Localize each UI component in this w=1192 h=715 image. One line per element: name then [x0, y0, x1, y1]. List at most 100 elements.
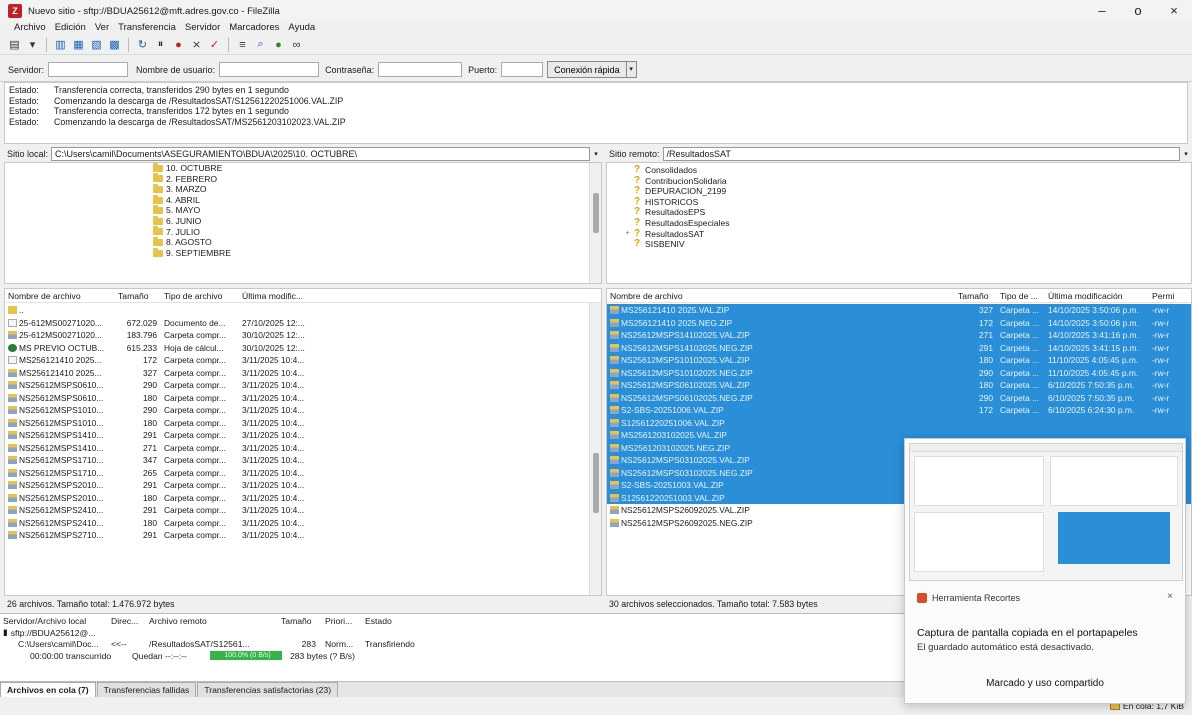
message-log[interactable]: Estado: Transferencia correcta, transferi… [4, 82, 1188, 144]
disconnect-icon[interactable]: ⨯ [190, 38, 203, 52]
queue-file-row[interactable]: C:\Users\camil\Doc... <<-- /ResultadosSA… [0, 639, 905, 651]
transfer-queue[interactable]: Servidor/Archivo local Direc... Archivo … [0, 613, 905, 683]
local-tree-scrollbar[interactable] [589, 163, 601, 283]
local-file-row[interactable]: NS25612MSPS2710... 291 Carpeta compr... 3/1… [5, 529, 601, 542]
host-input[interactable] [48, 62, 129, 77]
toggle-local-tree-icon[interactable]: ▦ [72, 38, 85, 52]
local-file-row[interactable]: .. [5, 304, 601, 317]
process-queue-icon[interactable]: ⏸ [154, 38, 167, 52]
remote-path-dropdown-icon[interactable]: ▾ [1180, 150, 1192, 158]
local-path-input[interactable]: C:\Users\camil\Documents\ASEGURAMIENTO\B… [51, 147, 590, 161]
remote-tree-folder[interactable]: ? DEPURACION_2199 [623, 186, 1191, 197]
remote-tree-folder[interactable]: ? HISTORICOS [623, 196, 1191, 208]
local-tree-folder[interactable]: 9. SEPTIEMBRE [153, 247, 601, 259]
local-file-row[interactable]: NS25612MSPS1410... 271 Carpeta compr... 3/1… [5, 442, 601, 455]
remote-file-row[interactable]: NS25612MSPS06102025.VAL.ZIP 180 Carpeta ..… [607, 379, 1191, 392]
local-file-row[interactable]: NS25612MSPS2410... 180 Carpeta compr... 3/1… [5, 517, 601, 530]
remote-tree-folder[interactable]: ? SISBENIV [623, 239, 1191, 250]
col-remote-size[interactable]: Tamaño [955, 291, 997, 301]
menu-archivo[interactable]: Archivo [14, 22, 46, 33]
local-tree-folder[interactable]: 4. ABRIL [153, 194, 601, 206]
site-manager-icon[interactable]: ▤ [8, 38, 21, 52]
local-file-row[interactable]: NS25612MSPS1710... 347 Carpeta compr... 3/1… [5, 454, 601, 467]
toggle-log-icon[interactable]: ▥ [54, 38, 67, 52]
toggle-remote-tree-icon[interactable]: ▧ [90, 38, 103, 52]
local-file-row[interactable]: NS25612MSPS2010... 291 Carpeta compr... 3/1… [5, 479, 601, 492]
username-input[interactable] [219, 62, 320, 77]
queue-server-row[interactable]: ▮ sftp://BDUA25612@... [0, 627, 905, 639]
local-file-row[interactable]: MS256121410 2025... 172 Carpeta compr... 3/… [5, 354, 601, 367]
expand-toggle-icon[interactable]: + [623, 229, 632, 240]
close-button[interactable]: × [1156, 0, 1192, 22]
remote-file-row[interactable]: NS25612MSPS14102025.NEG.ZIP 291 Carpeta ..… [607, 341, 1191, 354]
col-modified[interactable]: Última modific... [239, 291, 329, 301]
snipping-tool-notification[interactable]: Herramienta Recortes × Captura de pantal… [904, 438, 1186, 704]
remote-file-row[interactable]: NS25612MSPS14102025.VAL.ZIP 271 Carpeta ..… [607, 329, 1191, 342]
local-file-row[interactable]: NS25612MSPS1710... 265 Carpeta compr... 3/1… [5, 467, 601, 480]
local-tree-folder[interactable]: 5. MAYO [153, 205, 601, 216]
local-directory-tree[interactable]: 10. OCTUBRE 2. FEBRERO 3. MARZO 4. ABRIL 5. … [4, 162, 602, 284]
col-size[interactable]: Tamaño [115, 291, 161, 301]
local-file-row[interactable]: NS25612MSPS0610... 290 Carpeta compr... 3/1… [5, 379, 601, 392]
quickconnect-button[interactable]: Conexión rápida [547, 61, 627, 78]
tab-failed-transfers[interactable]: Transferencias fallidas [96, 682, 197, 697]
local-tree-folder[interactable]: 10. OCTUBRE [153, 163, 601, 174]
local-file-row[interactable]: NS25612MSPS1010... 180 Carpeta compr... 3/1… [5, 417, 601, 430]
maximize-button[interactable]: o [1120, 0, 1156, 22]
local-tree-folder[interactable]: 6. JUNIO [153, 215, 601, 227]
local-file-row[interactable]: MS256121410 2025... 327 Carpeta compr... 3/… [5, 367, 601, 380]
local-file-row[interactable]: 25-612MS00271020... 183.796 Carpeta compr.… [5, 329, 601, 342]
menu-transferencia[interactable]: Transferencia [118, 22, 176, 33]
menu-edicion[interactable]: Edición [55, 22, 86, 33]
remote-file-row[interactable]: S12561220251006.VAL.ZIP [607, 416, 1191, 429]
col-type[interactable]: Tipo de archivo [161, 291, 239, 301]
local-path-dropdown-icon[interactable]: ▾ [590, 150, 602, 158]
col-remote-type[interactable]: Tipo de ... [997, 291, 1045, 301]
cancel-icon[interactable]: ● [172, 38, 185, 52]
local-file-row[interactable]: 25-612MS00271020... 672.029 Documento de..… [5, 317, 601, 330]
sync-browse-icon[interactable]: ● [272, 38, 285, 52]
toast-close-button[interactable]: × [1167, 591, 1173, 602]
remote-tree-folder[interactable]: ? ResultadosEspeciales [623, 217, 1191, 229]
col-remote-filename[interactable]: Nombre de archivo [607, 291, 955, 301]
menu-marcadores[interactable]: Marcadores [229, 22, 279, 33]
qcol-priority[interactable]: Priori... [322, 616, 362, 626]
col-remote-perms[interactable]: Permi [1149, 291, 1189, 301]
tab-queued-files[interactable]: Archivos en cola (7) [0, 682, 96, 697]
remote-file-row[interactable]: NS25612MSPS10102025.VAL.ZIP 180 Carpeta ..… [607, 354, 1191, 367]
minimize-button[interactable]: – [1084, 0, 1120, 22]
menu-ayuda[interactable]: Ayuda [288, 22, 315, 33]
qcol-size[interactable]: Tamaño [278, 616, 322, 626]
local-tree-folder[interactable]: 2. FEBRERO [153, 173, 601, 185]
local-file-row[interactable]: NS25612MSPS2410... 291 Carpeta compr... 3/1… [5, 504, 601, 517]
dropdown-arrow-icon[interactable]: ▾ [26, 38, 39, 52]
toggle-queue-icon[interactable]: ▩ [108, 38, 121, 52]
local-tree-folder[interactable]: 8. AGOSTO [153, 236, 601, 248]
remote-tree-folder[interactable]: ? ContribucionSolidaria [623, 175, 1191, 187]
local-file-row[interactable]: NS25612MSPS2010... 180 Carpeta compr... 3/1… [5, 492, 601, 505]
remote-file-row[interactable]: NS25612MSPS06102025.NEG.ZIP 290 Carpeta ..… [607, 391, 1191, 404]
remote-tree-folder[interactable]: ? Consolidados [623, 164, 1191, 176]
col-remote-modified[interactable]: Última modificación [1045, 291, 1149, 301]
local-tree-folder[interactable]: 7. JULIO [153, 226, 601, 238]
remote-file-row[interactable]: MS256121410 2025.NEG.ZIP 172 Carpeta ... 14… [607, 316, 1191, 329]
remote-file-row[interactable]: NS25612MSPS10102025.NEG.ZIP 290 Carpeta ..… [607, 366, 1191, 379]
qcol-server-local[interactable]: Servidor/Archivo local [0, 616, 108, 626]
local-file-row[interactable]: NS25612MSPS1410... 291 Carpeta compr... 3/1… [5, 429, 601, 442]
reconnect-icon[interactable]: ✓ [208, 38, 221, 52]
qcol-state[interactable]: Estado [362, 616, 422, 626]
find-files-icon[interactable]: ∞ [290, 38, 303, 52]
remote-file-row[interactable]: S2-SBS-20251006.VAL.ZIP 172 Carpeta ... 6/1… [607, 404, 1191, 417]
local-tree-folder[interactable]: 3. MARZO [153, 183, 601, 195]
local-file-row[interactable]: NS25612MSPS1010... 290 Carpeta compr... 3/1… [5, 404, 601, 417]
menu-servidor[interactable]: Servidor [185, 22, 220, 33]
local-file-row[interactable]: MS PREVIO OCTUB... 615.233 Hoja de cálcul.… [5, 342, 601, 355]
screenshot-thumbnail[interactable] [909, 443, 1183, 581]
local-file-row[interactable]: NS25612MSPS0610... 180 Carpeta compr... 3/1… [5, 392, 601, 405]
refresh-icon[interactable]: ↻ [136, 38, 149, 52]
remote-file-row[interactable]: MS256121410 2025.VAL.ZIP 327 Carpeta ... 14… [607, 304, 1191, 317]
col-filename[interactable]: Nombre de archivo [5, 291, 115, 301]
local-file-list[interactable]: Nombre de archivo Tamaño Tipo de archivo… [4, 288, 602, 596]
remote-path-input[interactable]: /ResultadosSAT [662, 147, 1180, 161]
password-input[interactable] [378, 62, 463, 77]
